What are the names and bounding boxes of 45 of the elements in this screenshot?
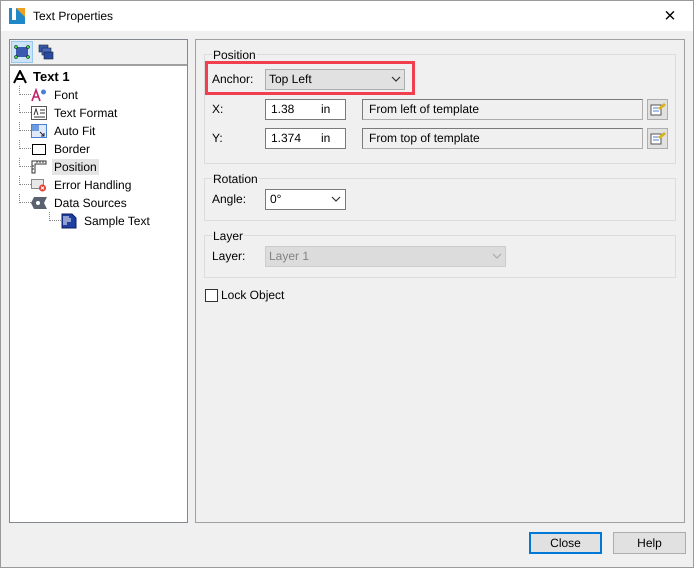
checkbox[interactable] <box>205 288 218 302</box>
window-title: Text Properties <box>33 8 114 25</box>
field-label: Angle: <box>212 191 248 208</box>
text-format-icon <box>31 106 47 120</box>
angle-dropdown[interactable]: 0° <box>265 188 346 210</box>
field-label: Layer: <box>212 248 246 265</box>
tree-item[interactable]: Error Handling <box>52 177 134 193</box>
edit-button[interactable] <box>647 128 668 148</box>
tree-item[interactable]: Font <box>52 87 80 103</box>
field-label: X: <box>212 101 224 118</box>
layers-icon <box>38 44 54 60</box>
tree-root[interactable]: Text 1 <box>33 67 70 87</box>
number-field[interactable]: 1.374 in <box>265 128 346 148</box>
dialog-button[interactable]: Help <box>613 532 686 554</box>
edit-icon <box>650 131 666 145</box>
tree-item[interactable]: Position <box>52 159 99 175</box>
anchor-dropdown[interactable]: Top Left <box>265 68 405 90</box>
chevron-icon <box>331 196 341 202</box>
app-logo-icon <box>9 8 25 24</box>
tree-item[interactable]: Text Format <box>52 105 120 121</box>
reference-field: From left of template <box>362 98 643 120</box>
edit-button[interactable] <box>647 98 668 120</box>
edit-icon <box>650 102 666 116</box>
tree-item[interactable]: Sample Text <box>82 213 152 229</box>
chevron-icon <box>391 76 401 82</box>
tree-item[interactable]: Data Sources <box>52 195 129 211</box>
dialog-button[interactable]: Close <box>529 532 602 554</box>
data-source-icon <box>31 196 47 210</box>
font-icon <box>31 88 47 102</box>
chevron-icon <box>492 253 502 259</box>
ruler-icon <box>31 160 47 174</box>
number-field[interactable]: 1.38 in <box>265 98 346 120</box>
toolbar-button[interactable] <box>11 41 33 63</box>
close-button[interactable]: × <box>655 6 685 26</box>
selection-icon <box>14 45 30 59</box>
field-label: Anchor: <box>212 71 254 88</box>
letter-a-icon <box>13 70 27 84</box>
tree-item[interactable]: Auto Fit <box>52 123 98 139</box>
auto-fit-icon <box>31 124 47 138</box>
checkbox-label: Lock Object <box>221 287 284 304</box>
reference-field: From top of template <box>362 128 643 148</box>
border-icon <box>31 142 47 156</box>
tree-item[interactable]: Border <box>52 141 92 157</box>
field-label: Y: <box>212 130 224 147</box>
barcode-document-icon <box>61 213 77 229</box>
